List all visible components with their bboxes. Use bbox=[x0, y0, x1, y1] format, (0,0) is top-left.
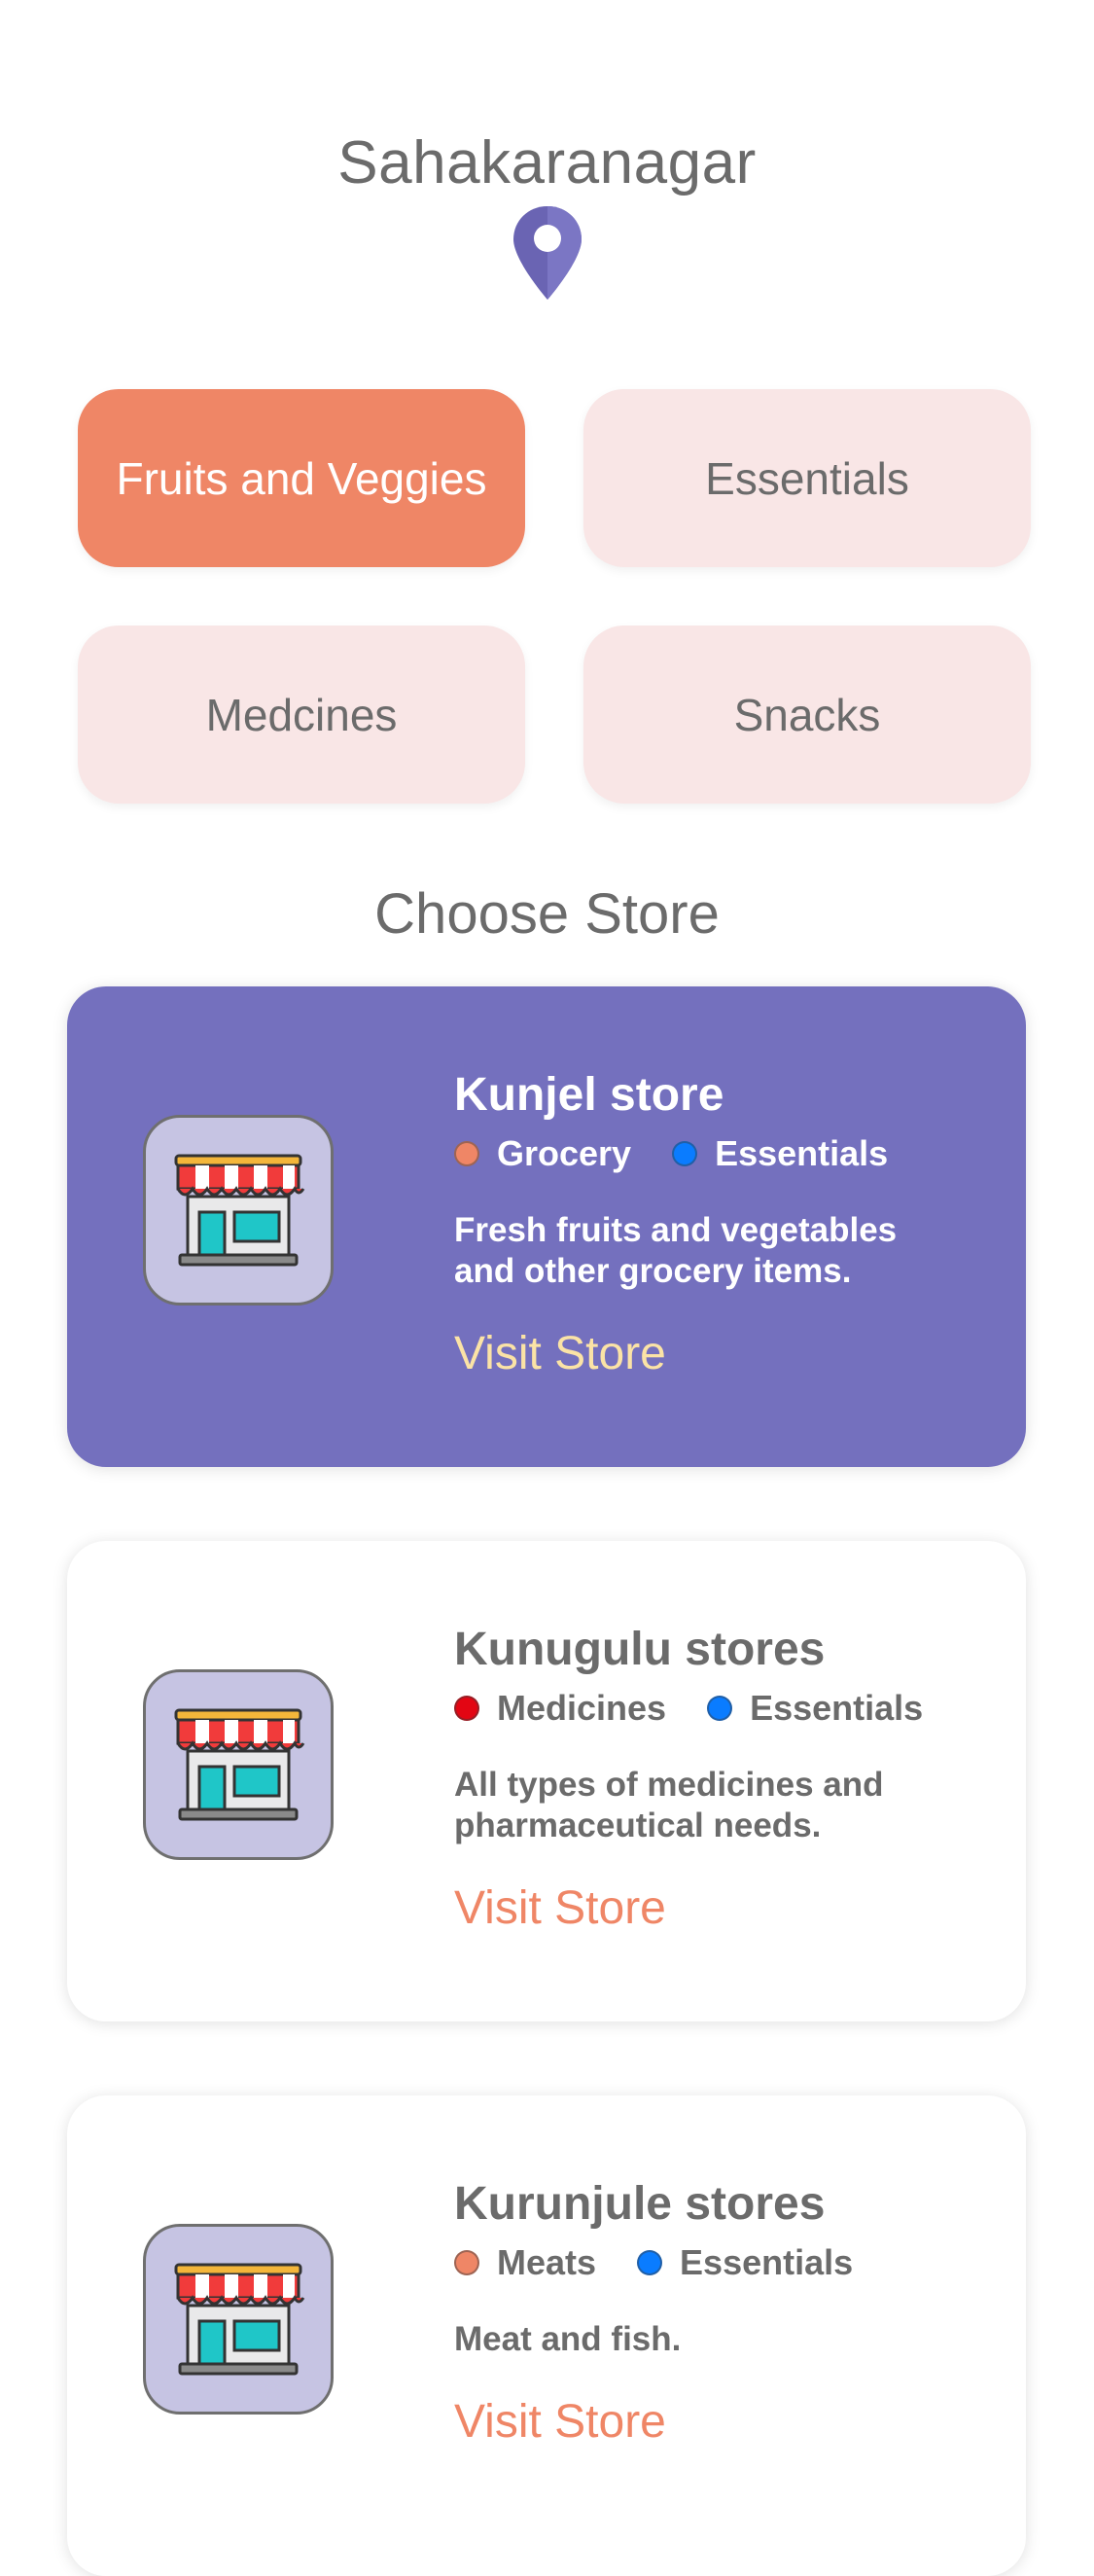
location-header: Sahakaranagar bbox=[0, 126, 1094, 302]
tag-dot-icon bbox=[707, 1696, 733, 1721]
store-description: Meat and fish. bbox=[454, 2319, 999, 2360]
category-label: Snacks bbox=[733, 689, 881, 740]
category-label: Medcines bbox=[205, 689, 398, 740]
store-description-line: pharmaceutical needs. bbox=[454, 1807, 822, 1844]
store-card-kunjel[interactable]: Kunjel store Grocery Essentials Fresh fr… bbox=[67, 986, 1026, 1467]
store-name: Kurunjule stores bbox=[454, 2178, 826, 2230]
storefront-icon bbox=[143, 2224, 334, 2415]
store-description: Fresh fruits and vegetables and other gr… bbox=[454, 1210, 999, 1292]
store-tag: Essentials bbox=[637, 2239, 853, 2286]
tag-label: Essentials bbox=[715, 1133, 889, 1173]
store-info: Kurunjule stores Meats Essentials Meat a… bbox=[454, 2175, 999, 2451]
store-tag: Essentials bbox=[707, 1685, 923, 1732]
store-name: Kunjel store bbox=[454, 1069, 724, 1121]
store-tags: Medicines Essentials bbox=[454, 1685, 999, 1732]
tag-dot-icon bbox=[637, 2250, 663, 2275]
category-snacks[interactable]: Snacks bbox=[583, 626, 1031, 804]
category-medicines[interactable]: Medcines bbox=[78, 626, 525, 804]
store-info: Kunugulu stores Medicines Essentials All… bbox=[454, 1621, 999, 1938]
category-label: Fruits and Veggies bbox=[116, 452, 487, 504]
store-tags: Grocery Essentials bbox=[454, 1130, 999, 1177]
tag-label: Meats bbox=[497, 2242, 597, 2282]
tag-dot-icon bbox=[454, 2250, 479, 2275]
category-grid: Fruits and Veggies Essentials Medcines S… bbox=[78, 389, 1031, 804]
store-card-kurunjule[interactable]: Kurunjule stores Meats Essentials Meat a… bbox=[67, 2095, 1026, 2576]
tag-dot-icon bbox=[672, 1141, 698, 1166]
store-name: Kunugulu stores bbox=[454, 1624, 826, 1675]
store-tag: Grocery bbox=[454, 1130, 631, 1177]
tag-dot-icon bbox=[454, 1141, 479, 1166]
store-description: All types of medicines and pharmaceutica… bbox=[454, 1765, 999, 1846]
tag-label: Essentials bbox=[680, 2242, 854, 2282]
visit-store-button[interactable]: Visit Store bbox=[454, 1879, 666, 1938]
store-tags: Meats Essentials bbox=[454, 2239, 999, 2286]
location-name: Sahakaranagar bbox=[337, 129, 757, 197]
section-title: Choose Store bbox=[374, 882, 720, 946]
category-fruits-and-veggies[interactable]: Fruits and Veggies bbox=[78, 389, 525, 567]
visit-store-button[interactable]: Visit Store bbox=[454, 2393, 666, 2451]
store-description-line: Meat and fish. bbox=[454, 2320, 682, 2358]
location-pin-icon[interactable] bbox=[512, 204, 583, 302]
category-label: Essentials bbox=[705, 452, 909, 504]
tag-label: Essentials bbox=[750, 1688, 924, 1728]
tag-label: Grocery bbox=[497, 1133, 632, 1173]
tag-label: Medicines bbox=[497, 1688, 667, 1728]
store-tag: Medicines bbox=[454, 1685, 666, 1732]
store-card-kunugulu[interactable]: Kunugulu stores Medicines Essentials All… bbox=[67, 1541, 1026, 2021]
store-tag: Meats bbox=[454, 2239, 596, 2286]
store-description-line: All types of medicines and bbox=[454, 1766, 884, 1804]
category-essentials[interactable]: Essentials bbox=[583, 389, 1031, 567]
store-description-line: and other grocery items. bbox=[454, 1252, 852, 1290]
store-description-line: Fresh fruits and vegetables bbox=[454, 1211, 898, 1249]
visit-store-button[interactable]: Visit Store bbox=[454, 1325, 666, 1383]
tag-dot-icon bbox=[454, 1696, 479, 1721]
storefront-icon bbox=[143, 1115, 334, 1306]
store-info: Kunjel store Grocery Essentials Fresh fr… bbox=[454, 1066, 999, 1383]
store-tag: Essentials bbox=[672, 1130, 888, 1177]
storefront-icon bbox=[143, 1669, 334, 1860]
